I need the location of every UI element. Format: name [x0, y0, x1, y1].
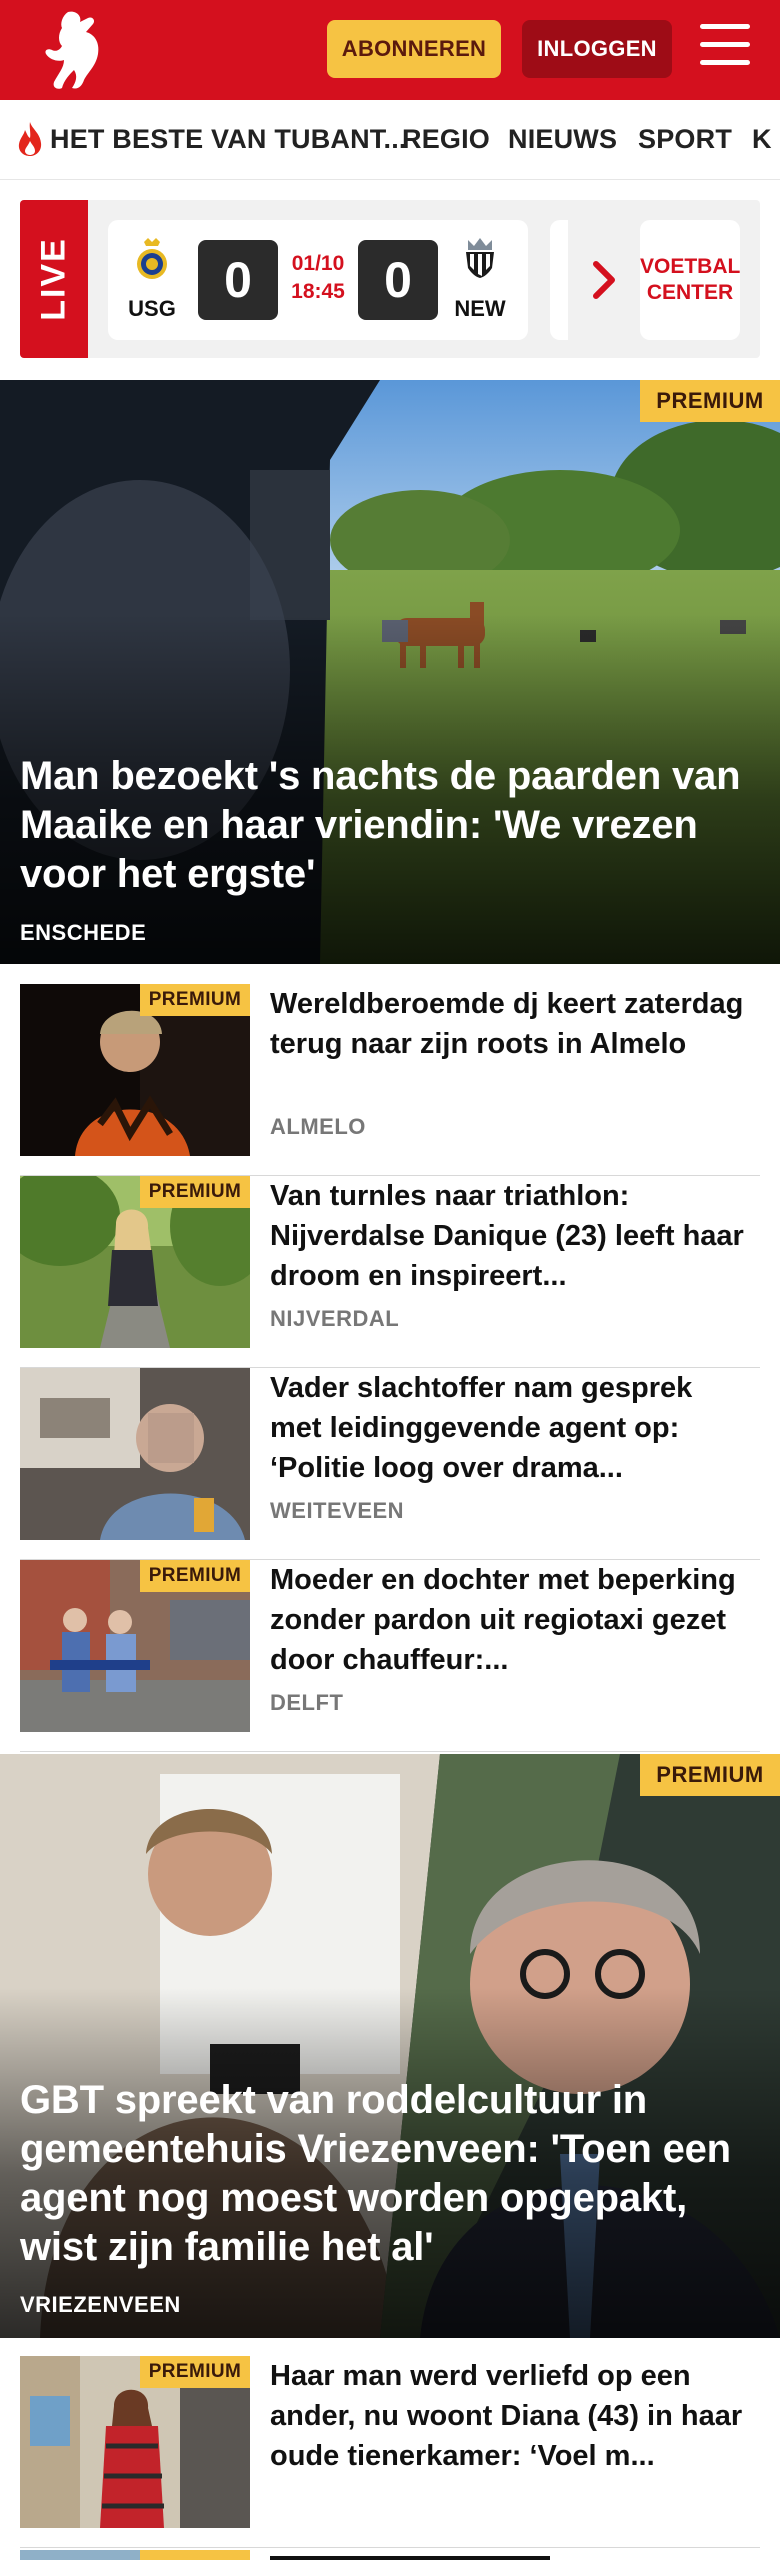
away-score: 0: [358, 240, 438, 320]
list-item[interactable]: PREMIUM Moeder en dochter met beperking …: [20, 1560, 760, 1752]
premium-badge: PREMIUM: [640, 380, 780, 422]
premium-badge: PREMIUM: [140, 984, 250, 1016]
article-title[interactable]: Vader slachtoffer nam gesprek met leidin…: [270, 1368, 750, 1488]
list-item[interactable]: PREMIUM Haar man werd verliefd op een an…: [20, 2356, 760, 2548]
article-title[interactable]: Van turnles naar triathlon: Nijverdalse …: [270, 1176, 750, 1296]
hero-location: VRIEZENVEEN: [20, 2292, 181, 2317]
article-title[interactable]: Wereldberoemde dj keert zaterdag terug n…: [270, 984, 750, 1064]
premium-badge: PREMIUM: [140, 2356, 250, 2388]
nav-item-more[interactable]: K: [752, 124, 772, 155]
premium-badge: PREMIUM: [140, 1176, 250, 1208]
nav-item-best-of[interactable]: HET BESTE VAN TUBANT...: [50, 124, 407, 155]
article-title[interactable]: Moeder en dochter met beperking zonder p…: [270, 1560, 750, 1680]
article-thumbnail: PREMIUM: [20, 1176, 250, 1348]
top-header: ABONNEREN INLOGGEN: [0, 0, 780, 100]
newcastle-crest-icon: [466, 238, 494, 278]
article-thumbnail: [20, 2550, 250, 2560]
article-thumbnail: PREMIUM: [20, 2356, 250, 2528]
article-location: ALMELO: [270, 1114, 366, 1139]
hero-title[interactable]: Man bezoekt 's nachts de paarden van Maa…: [20, 752, 756, 899]
match-datetime: 01/10 18:45: [278, 250, 358, 306]
nav-item-sport[interactable]: SPORT: [638, 124, 732, 155]
list-item[interactable]: PREMIUM Wereldberoemde dj keert zaterdag…: [20, 984, 760, 1176]
live-scores-strip: LIVE USG 0 01/10 18:45 0 NEW VOETBAL CEN…: [20, 200, 760, 358]
match-time: 18:45: [291, 280, 345, 303]
away-team-name: NEW: [454, 296, 506, 321]
match-card[interactable]: USG 0 01/10 18:45 0 NEW: [108, 220, 528, 340]
father-photo: [20, 1368, 250, 1540]
article-thumbnail: [20, 1368, 250, 1540]
article-location: DELFT: [270, 1690, 344, 1715]
hero-article-horses[interactable]: PREMIUM Man bezoekt 's nachts de paarden…: [0, 380, 780, 964]
nav-item-nieuws[interactable]: NIEUWS: [508, 124, 617, 155]
article-location: WEITEVEEN: [270, 1498, 405, 1523]
chevron-right-icon[interactable]: [590, 260, 618, 300]
article-thumbnail: PREMIUM: [20, 984, 250, 1156]
premium-badge: PREMIUM: [640, 1754, 780, 1796]
menu-icon[interactable]: [700, 24, 752, 70]
home-team-name: USG: [128, 296, 176, 321]
list-item[interactable]: PREMIUM Van turnles naar triathlon: Nijv…: [20, 1176, 760, 1368]
live-tag: LIVE: [20, 200, 88, 358]
home-score: 0: [198, 240, 278, 320]
nav-item-regio[interactable]: REGIO: [402, 124, 490, 155]
match-date: 01/10: [291, 252, 345, 275]
hero-article-gbt[interactable]: PREMIUM GBT spreekt van roddelcultuur in…: [0, 1754, 780, 2338]
tubantia-horse-logo[interactable]: [38, 8, 106, 92]
login-button[interactable]: INLOGGEN: [522, 20, 672, 78]
next-match-card[interactable]: [550, 220, 568, 340]
usg-crest-icon: [137, 238, 167, 279]
premium-badge: PREMIUM: [140, 1560, 250, 1592]
hero-title[interactable]: GBT spreekt van roddelcultuur in gemeent…: [20, 2076, 756, 2272]
section-nav: HET BESTE VAN TUBANT... REGIO NIEUWS SPO…: [0, 100, 780, 180]
article-title[interactable]: Haar man werd verliefd op een ander, nu …: [270, 2356, 750, 2476]
subscribe-button[interactable]: ABONNEREN: [327, 20, 501, 78]
article-thumbnail: PREMIUM: [20, 1560, 250, 1732]
article-title-partial: [270, 2550, 570, 2560]
list-item[interactable]: Vader slachtoffer nam gesprek met leidin…: [20, 1368, 760, 1560]
voetbal-center-button[interactable]: VOETBAL CENTER: [640, 220, 740, 340]
flame-icon: [18, 122, 42, 156]
article-location: NIJVERDAL: [270, 1306, 400, 1331]
hero-location: ENSCHEDE: [20, 920, 147, 945]
